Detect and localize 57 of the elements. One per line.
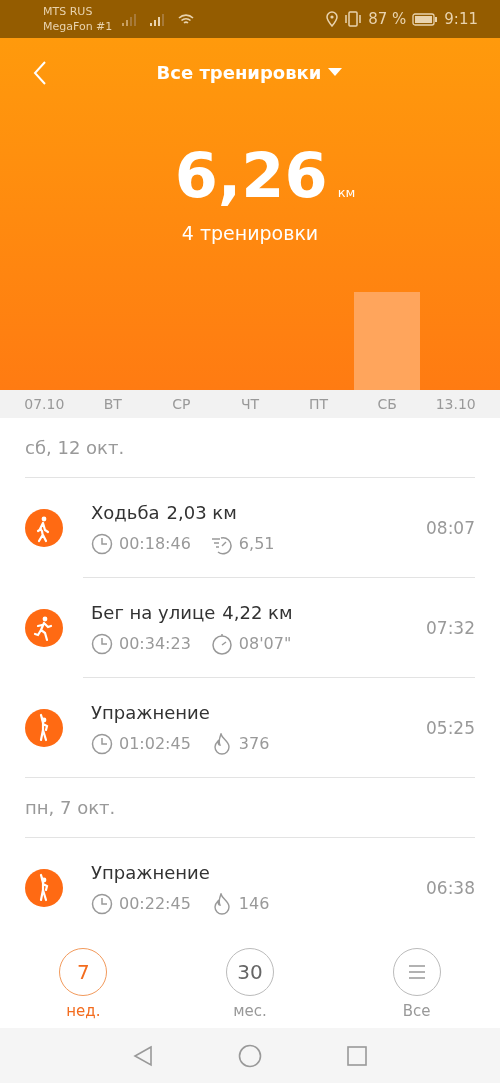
- battery-icon: [412, 12, 439, 26]
- period-tab[interactable]: 30 мес.: [166, 935, 334, 1028]
- workout-row[interactable]: Упражнение 01:02:45 376 05:25: [0, 678, 500, 778]
- day-label: 13.10: [434, 396, 477, 412]
- caret-icon: [327, 67, 344, 77]
- workout-distance: 4,22 км: [222, 601, 293, 623]
- workout-row[interactable]: Ходьба 2,03 км 00:18:46 6,51 08:07: [0, 478, 500, 578]
- clock-icon: [91, 892, 113, 915]
- date-heading: сб, 12 окт.: [25, 437, 125, 458]
- clock-icon: [91, 532, 113, 555]
- day-label: 07.10: [23, 396, 66, 412]
- total-distance: 6,26: [174, 138, 328, 214]
- date-heading: пн, 7 окт.: [25, 797, 116, 818]
- carrier-name: MTS RUS: [43, 4, 94, 19]
- clock-icon: [91, 732, 113, 755]
- stat-value: 6,51: [238, 534, 275, 553]
- day-label: ЧТ: [239, 396, 261, 412]
- carrier-name: MegaFon #1: [43, 19, 113, 34]
- exercise-figure-icon: [25, 869, 63, 907]
- vibrate-icon: [344, 11, 363, 27]
- workout-title: Ходьба: [91, 501, 160, 523]
- workout-row[interactable]: Бег на улице 4,22 км 00:34:23 08'07" 07:32: [0, 578, 500, 678]
- workout-time: 07:32: [426, 618, 475, 638]
- workout-time: 08:07: [426, 518, 475, 538]
- stopwatch-icon: [210, 632, 233, 655]
- distance-unit: км: [337, 185, 356, 200]
- recents-nav-icon[interactable]: [347, 1045, 367, 1066]
- workout-title: Упражнение: [91, 861, 210, 883]
- running-figure-icon: [25, 609, 63, 647]
- workout-time: 06:38: [426, 878, 475, 898]
- wifi-icon: [178, 12, 195, 26]
- workout-count: 4 тренировки: [181, 222, 319, 244]
- exercise-figure-icon: [25, 709, 63, 747]
- battery-percent: 87 %: [368, 10, 407, 28]
- day-label: СБ: [376, 396, 398, 412]
- home-nav-icon[interactable]: [238, 1043, 262, 1068]
- stat-value: 01:02:45: [119, 734, 191, 753]
- workout-time: 05:25: [426, 718, 475, 738]
- stat-value: 146: [238, 894, 270, 913]
- stat-value: 08'07": [238, 634, 292, 653]
- clock-time: 9:11: [444, 10, 478, 28]
- workout-title: Упражнение: [91, 701, 210, 723]
- stat-value: 00:18:46: [119, 534, 191, 553]
- workout-row[interactable]: Упражнение 00:22:45 146 06:38: [0, 838, 500, 938]
- clock-icon: [91, 632, 113, 655]
- day-label: СР: [171, 396, 192, 412]
- walking-figure-icon: [25, 509, 63, 547]
- workout-title: Бег на улице: [91, 601, 216, 623]
- back-nav-icon[interactable]: [133, 1044, 153, 1067]
- day-label: ПТ: [308, 396, 330, 412]
- day-label: ВТ: [102, 396, 123, 412]
- stat-value: 00:34:23: [119, 634, 191, 653]
- menu-icon: [406, 964, 427, 980]
- location-icon: [326, 11, 339, 27]
- workout-distance: 2,03 км: [166, 501, 237, 523]
- stat-value: 376: [238, 734, 270, 753]
- stat-value: 00:22:45: [119, 894, 191, 913]
